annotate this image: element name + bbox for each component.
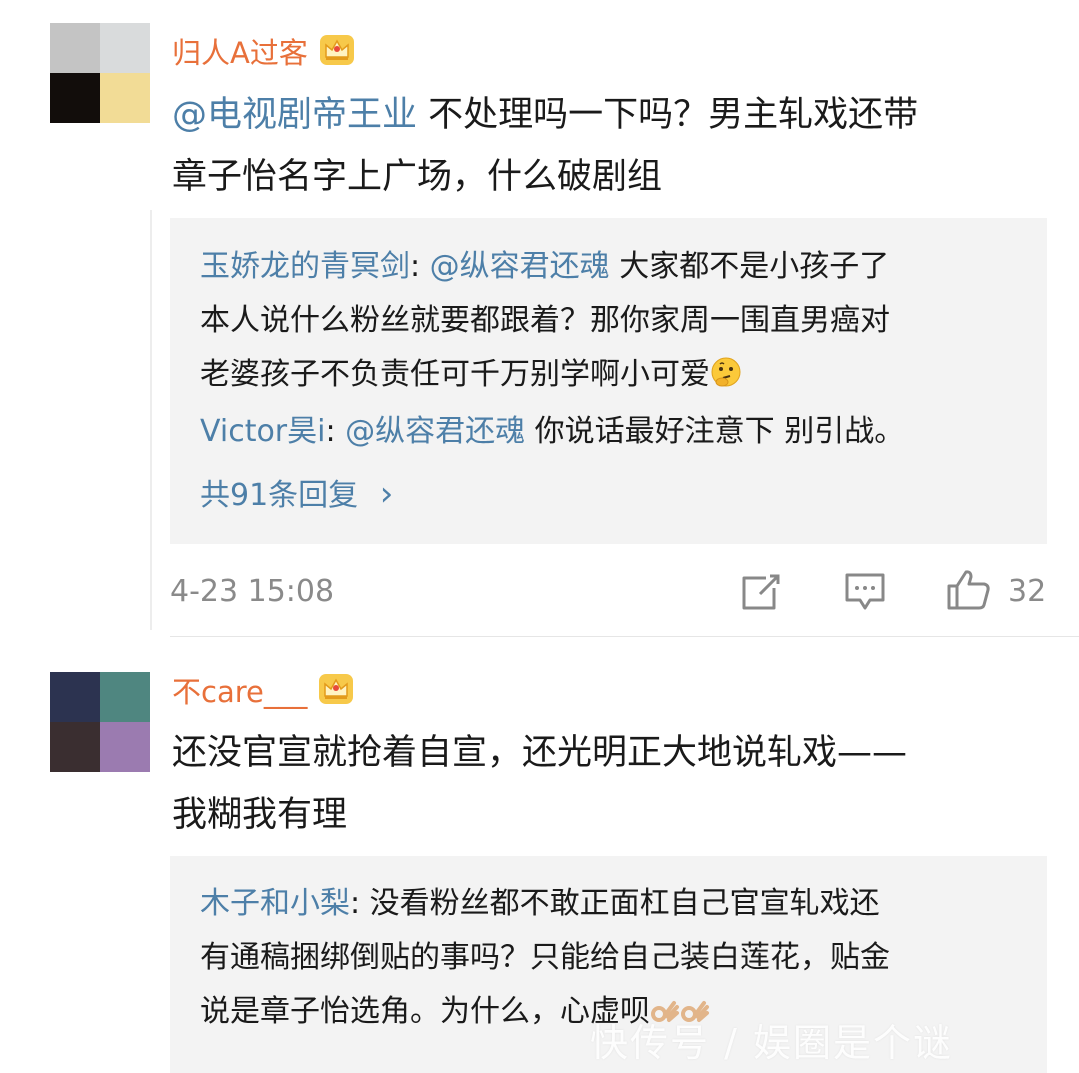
share-icon[interactable] bbox=[740, 572, 782, 612]
crown-badge-icon bbox=[319, 674, 354, 704]
comment-text-line: 我糊我有理 bbox=[172, 795, 348, 835]
reply-text: 老婆孩子不负责任可千万别学啊小可爱 bbox=[200, 357, 710, 392]
comment-timestamp: 4-23 15:08 bbox=[170, 574, 335, 609]
thread-line-1 bbox=[150, 210, 152, 630]
username-text[interactable]: 不care___ bbox=[172, 675, 307, 709]
avatar[interactable] bbox=[50, 672, 150, 772]
thinking-face-emoji bbox=[711, 357, 741, 387]
avatar-tile bbox=[50, 73, 100, 123]
mention-link[interactable]: @纵容君还魂 bbox=[430, 249, 610, 284]
comment-text: 还没官宣就抢着自宣，还光明正大地说轧戏—— 我糊我有理 bbox=[172, 722, 1052, 846]
more-replies-label: 共91条回复 bbox=[200, 478, 359, 513]
crown-badge-icon bbox=[319, 35, 354, 65]
avatar-tile bbox=[100, 672, 150, 722]
watermark: 快传号 / 娱圈是个谜 bbox=[590, 1021, 953, 1065]
avatar-tile bbox=[100, 73, 150, 123]
comment-username[interactable]: 不care___ bbox=[172, 670, 355, 710]
reply-text: 有通稿捆绑倒贴的事吗？只能给自己装白莲花，贴金 bbox=[200, 940, 890, 975]
avatar-tile bbox=[50, 722, 100, 772]
more-replies-link[interactable]: 共91条回复 › bbox=[200, 474, 393, 516]
reply-separator: : bbox=[410, 249, 430, 284]
avatar[interactable] bbox=[50, 23, 150, 123]
comment-text-line: 不处理吗一下吗？男主轧戏还带 bbox=[417, 95, 919, 135]
reply-text: 大家都不是小孩子了 bbox=[609, 249, 890, 284]
like-count: 32 bbox=[1008, 574, 1047, 609]
mention-link[interactable]: @纵容君还魂 bbox=[345, 414, 525, 449]
username-text[interactable]: 归人A过客 bbox=[172, 36, 308, 70]
reply-username[interactable]: 木子和小梨 bbox=[200, 886, 350, 921]
reply-text: 说是章子怡选角。为什么，心虚呗 bbox=[200, 994, 650, 1029]
comment-text-line: 章子怡名字上广场，什么破剧组 bbox=[172, 157, 663, 197]
reply-text: 没看粉丝都不敢正面杠自己官宣轧戏还 bbox=[369, 886, 880, 921]
comment-text: @电视剧帝王业 不处理吗一下吗？男主轧戏还带 章子怡名字上广场，什么破剧组 bbox=[172, 84, 1052, 208]
comment-username[interactable]: 归人A过客 bbox=[172, 31, 356, 71]
reply-item[interactable]: Victor昊i: @纵容君还魂 你说话最好注意下 别引战。 bbox=[200, 405, 1000, 459]
reply-text: 你说话最好注意下 别引战。 bbox=[525, 414, 905, 449]
avatar-tile bbox=[100, 722, 150, 772]
chevron-right-icon: › bbox=[379, 474, 394, 514]
comment-text-line: 还没官宣就抢着自宣，还光明正大地说轧戏—— bbox=[172, 733, 908, 773]
avatar-tile bbox=[100, 23, 150, 73]
reply-username[interactable]: 玉娇龙的青冥剑 bbox=[200, 249, 410, 284]
reply-separator: : bbox=[350, 886, 370, 921]
reply-separator: : bbox=[325, 414, 346, 449]
comment-divider bbox=[170, 636, 1079, 637]
avatar-tile bbox=[50, 672, 100, 722]
reply-item[interactable]: 玉娇龙的青冥剑: @纵容君还魂 大家都不是小孩子了 本人说什么粉丝就要都跟着？那… bbox=[200, 240, 1000, 402]
reply-box[interactable]: 玉娇龙的青冥剑: @纵容君还魂 大家都不是小孩子了 本人说什么粉丝就要都跟着？那… bbox=[170, 218, 1047, 544]
thumbs-up-icon[interactable] bbox=[946, 568, 992, 612]
reply-username[interactable]: Victor昊i bbox=[200, 414, 325, 449]
comment-icon[interactable] bbox=[844, 572, 886, 612]
mention-link[interactable]: @电视剧帝王业 bbox=[172, 95, 417, 135]
reply-text: 本人说什么粉丝就要都跟着？那你家周一围直男癌对 bbox=[200, 303, 890, 338]
avatar-tile bbox=[50, 23, 100, 73]
